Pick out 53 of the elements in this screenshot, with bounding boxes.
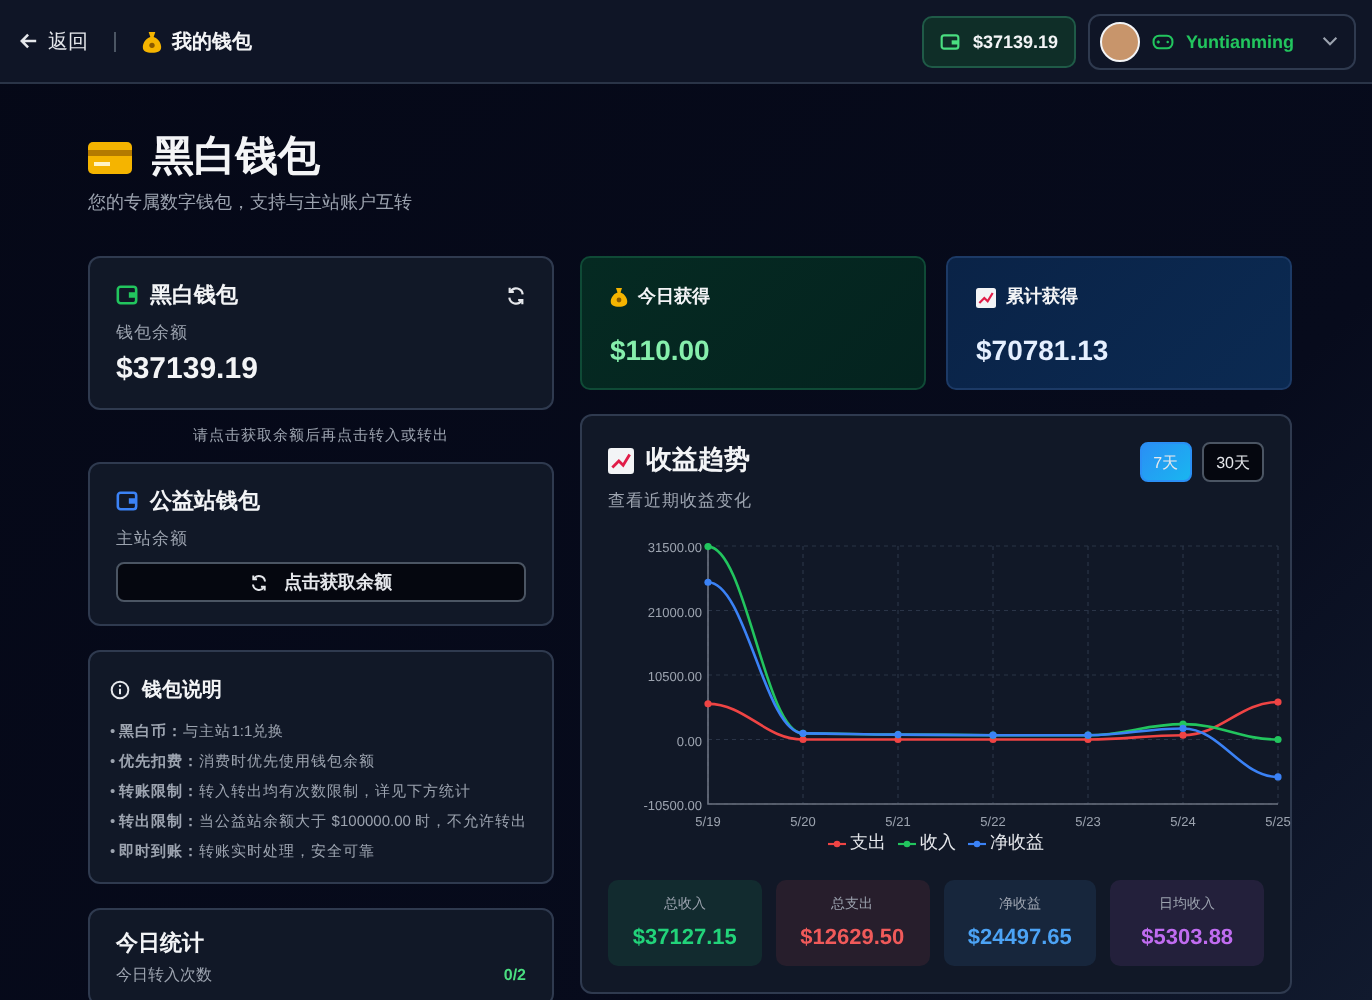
data-point: [704, 700, 712, 708]
chart-subtitle: 查看近期收益变化: [608, 490, 752, 514]
card-title: 今日统计: [116, 929, 206, 958]
stat-label: 累计获得: [1006, 284, 1078, 310]
refresh-icon: [250, 573, 268, 591]
hero-title: 黑白钱包: [152, 132, 320, 184]
legend-item[interactable]: 收入: [898, 830, 956, 856]
hero-subtitle: 您的专属数字钱包，支持与主站账户互转: [88, 190, 414, 216]
stat-value: $70781.13: [976, 334, 1111, 366]
stat-value: $110.00: [610, 334, 712, 366]
card-title: 黑白钱包: [150, 282, 238, 310]
data-point: [1274, 773, 1282, 781]
summary-value: $5303.88: [1139, 926, 1236, 950]
data-point: [704, 543, 712, 551]
wallet-icon: [116, 490, 138, 512]
wallet-icon: [940, 31, 961, 51]
username: Yuntianming: [1186, 31, 1294, 51]
card-title: 公益站钱包: [150, 487, 260, 516]
chart-icon: [976, 287, 996, 307]
page-title: 我的钱包: [172, 29, 252, 55]
wallet-icon: [116, 284, 138, 306]
data-point: [704, 578, 712, 586]
summary-value: $12629.50: [798, 926, 907, 950]
balance-amount: $37139.19: [972, 31, 1058, 51]
back-arrow-icon: [20, 32, 38, 50]
avatar: [1100, 21, 1140, 61]
card-title: 钱包说明: [142, 677, 222, 704]
gamepad-icon: [1152, 33, 1174, 49]
stat-label: 今日获得: [638, 284, 710, 310]
range-tab[interactable]: 30天: [1202, 442, 1264, 482]
money-bag-icon: [610, 286, 628, 308]
user-menu[interactable]: Yuntianming: [1088, 13, 1356, 69]
summary-value: $24497.65: [965, 926, 1074, 950]
credit-card-icon: [88, 142, 132, 174]
back-link[interactable]: 返回: [20, 27, 88, 55]
chevron-down-icon: [1322, 36, 1338, 46]
data-point: [1274, 698, 1282, 706]
refresh-icon[interactable]: [506, 285, 526, 305]
legend-item[interactable]: 支出: [828, 830, 886, 856]
money-bag-icon: [142, 29, 162, 53]
chart-icon: [608, 447, 634, 473]
legend-item[interactable]: 净收益: [968, 830, 1044, 856]
stat-value: 0/2: [503, 966, 526, 986]
chart-title: 收益趋势: [646, 442, 750, 478]
stat-label: 今日转入次数: [116, 966, 212, 986]
balance-label: 钱包余额: [116, 322, 190, 346]
balance-label: 主站余额: [116, 528, 190, 552]
data-point: [1274, 735, 1282, 744]
wallet-balance: $37139.19: [116, 352, 260, 386]
info-icon: [110, 680, 130, 700]
fetch-balance-button[interactable]: 点击获取余额: [116, 562, 526, 602]
summary-value: $37127.15: [630, 926, 739, 950]
balance-badge[interactable]: $37139.19: [922, 15, 1076, 67]
